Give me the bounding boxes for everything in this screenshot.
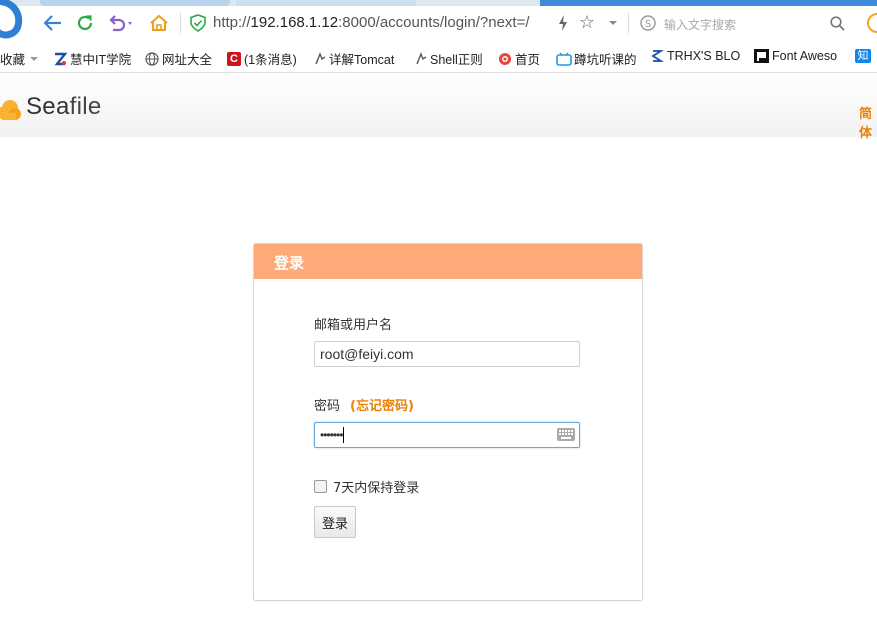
weibo-icon <box>499 52 511 65</box>
bookmark-favorites[interactable]: 收藏 <box>0 49 39 68</box>
zhihu-icon: 知 <box>855 49 871 63</box>
globe-icon <box>145 51 159 66</box>
blog-icon <box>651 50 664 62</box>
bookmark-item[interactable]: 慧中IT学院 <box>53 49 131 68</box>
bookmark-label: 网址大全 <box>162 53 213 67</box>
bookmark-label: Font Aweso <box>772 49 838 63</box>
browser-logo-icon <box>0 0 23 39</box>
fast-button[interactable] <box>552 12 574 34</box>
home-icon <box>150 14 168 31</box>
toolbar-separator <box>628 13 629 33</box>
remember-me-row[interactable]: 7天内保持登录 <box>314 477 419 496</box>
bookmark-label: 蹲坑听课的 <box>574 53 637 67</box>
forgot-password-link[interactable]: (忘记密码) <box>350 399 414 414</box>
undo-close-button[interactable] <box>106 12 136 34</box>
login-submit-button[interactable]: 登录 <box>314 506 356 538</box>
search-box[interactable]: S 输入文字搜索 <box>630 9 850 37</box>
url-text[interactable]: http://192.168.1.12:8000/accounts/login/… <box>213 14 530 31</box>
password-label: 密码 <box>314 399 341 414</box>
url-scheme: http:// <box>213 14 251 31</box>
svg-text:S: S <box>645 19 651 30</box>
password-value: ••••••• <box>320 428 343 442</box>
chevron-down-icon <box>609 21 617 25</box>
address-dropdown-button[interactable] <box>602 12 624 34</box>
bookmark-item[interactable]: Shell正则 <box>414 49 483 68</box>
url-host: 192.168.1.12 <box>250 14 339 31</box>
username-label: 邮箱或用户名 <box>314 318 393 333</box>
bookmark-label: (1条消息) <box>244 53 297 67</box>
logo-text-sea: Sea <box>26 93 70 120</box>
bookmark-label: Shell正则 <box>430 53 483 67</box>
bookmark-item[interactable]: C (1条消息) <box>227 49 297 68</box>
seafile-logo-text[interactable]: Seafile <box>26 93 102 121</box>
bilibili-icon <box>556 52 572 66</box>
login-title: 登录 <box>274 254 305 272</box>
search-icon[interactable] <box>830 16 845 31</box>
seafile-cloud-logo-icon[interactable] <box>0 97 24 123</box>
bookmark-item[interactable]: Font Aweso <box>754 49 837 63</box>
bookmark-label: 首页 <box>515 53 541 67</box>
username-field[interactable]: root@feiyi.com <box>314 341 580 367</box>
reload-button[interactable] <box>74 12 96 34</box>
remember-me-checkbox[interactable] <box>314 480 327 493</box>
site-header: Seafile 简体 <box>0 73 877 141</box>
search-input[interactable]: 输入文字搜索 <box>664 16 736 33</box>
bookmark-icon <box>416 51 427 64</box>
secure-shield-icon <box>190 14 206 32</box>
back-arrow-icon <box>44 15 61 31</box>
back-button[interactable] <box>42 12 64 34</box>
bookmark-item[interactable]: 蹲坑听课的 <box>556 49 637 68</box>
login-panel-header: 登录 <box>254 244 642 279</box>
password-label-row: 密码 (忘记密码) <box>314 395 414 414</box>
browser-toolbar: http://192.168.1.12:8000/accounts/login/… <box>0 6 877 42</box>
bookmark-icon <box>315 51 326 64</box>
url-path: :8000/accounts/login/?next=/ <box>338 14 530 31</box>
login-panel: 登录 邮箱或用户名 root@feiyi.com 密码 (忘记密码) ••••••… <box>253 243 643 601</box>
bookmark-item[interactable]: 网址大全 <box>145 49 212 68</box>
bookmark-label: 收藏 <box>0 53 26 67</box>
user-avatar-icon[interactable] <box>866 12 877 34</box>
bookmark-label: 慧中IT学院 <box>70 53 132 67</box>
bookmarks-bar: 收藏 慧中IT学院 网址大全 C (1条消息) 详解Tomcat Shell正则… <box>0 42 877 73</box>
huizhong-icon <box>54 52 67 65</box>
bookmark-item[interactable]: TRHX'S BLO <box>650 49 740 63</box>
username-value: root@feiyi.com <box>320 346 414 362</box>
language-switcher[interactable]: 简体 <box>859 103 877 141</box>
lightning-icon <box>559 15 567 31</box>
chevron-down-icon <box>30 56 39 61</box>
reload-icon <box>77 15 93 31</box>
bookmark-item[interactable]: 详解Tomcat <box>313 49 394 68</box>
home-button[interactable] <box>148 12 170 34</box>
undo-icon <box>109 15 132 32</box>
logo-text-file: file <box>69 93 102 120</box>
bookmark-item[interactable]: 知 <box>855 49 871 63</box>
csdn-icon: C <box>227 51 241 66</box>
remember-me-label: 7天内保持登录 <box>333 481 420 496</box>
keyboard-icon[interactable] <box>557 428 575 441</box>
text-caret <box>343 427 345 443</box>
star-icon: ☆ <box>578 12 596 33</box>
flag-icon <box>754 49 769 63</box>
bookmark-label: 详解Tomcat <box>329 53 395 67</box>
bookmark-label: TRHX'S BLO <box>667 49 741 63</box>
bookmark-item[interactable]: 首页 <box>498 49 540 68</box>
search-engine-icon: S <box>640 15 656 31</box>
password-field[interactable]: ••••••• <box>314 422 580 448</box>
favorite-button[interactable]: ☆ <box>576 12 598 34</box>
